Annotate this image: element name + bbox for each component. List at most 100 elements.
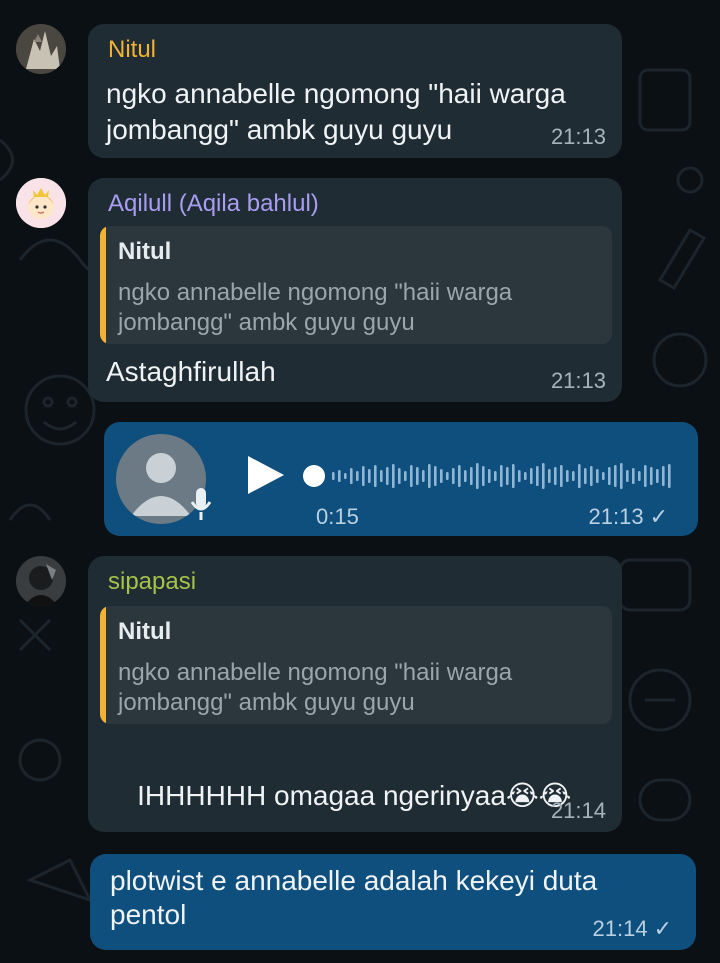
waveform-bar — [440, 469, 443, 483]
avatar-sipapasi-image — [16, 556, 66, 606]
message-time: 21:14 ✓ — [593, 916, 673, 942]
waveform-bar — [554, 467, 557, 485]
waveform-bar — [602, 472, 605, 480]
waveform-bar — [470, 467, 473, 485]
message-text-content: IHHHHHH omagaa ngerinyaa — [137, 780, 506, 811]
sender-name: sipapasi — [108, 568, 197, 595]
waveform-bar — [542, 463, 545, 489]
quote-sender: Nitul — [118, 238, 172, 265]
avatar-aqilull[interactable] — [16, 178, 66, 228]
waveform-bar — [434, 466, 437, 486]
message-bubble[interactable]: Aqilull (Aqila bahlul) Nitul ngko annabe… — [88, 178, 622, 402]
waveform-bar — [338, 470, 341, 482]
single-check-icon: ✓ — [649, 504, 668, 529]
waveform-bar — [530, 468, 533, 484]
message-time: 21:13 — [550, 124, 606, 149]
waveform-bar — [608, 467, 611, 485]
waveform-bar — [428, 464, 431, 488]
waveform-bar — [368, 469, 371, 483]
waveform-bar — [584, 468, 587, 484]
message-time: 21:13 ✓ — [589, 504, 669, 530]
waveform-bar — [398, 468, 401, 484]
avatar-nitul-image — [16, 24, 66, 74]
waveform-bar — [386, 467, 389, 485]
waveform-bar — [332, 472, 335, 480]
reply-quote[interactable]: Nitul ngko annabelle ngomong "haii warga… — [100, 606, 612, 724]
waveform-bar — [500, 465, 503, 487]
waveform-bar — [620, 463, 623, 489]
voice-duration: 0:15 — [316, 504, 359, 529]
waveform-bar — [638, 471, 641, 481]
quote-bar — [100, 606, 106, 724]
waveform-bar — [458, 465, 461, 487]
waveform-bar — [494, 471, 497, 481]
microphone-icon — [188, 486, 214, 522]
waveform-bar — [392, 464, 395, 488]
message-time-text: 21:14 — [592, 916, 648, 941]
waveform-bar — [632, 468, 635, 484]
waveform-bar — [410, 465, 413, 487]
message-text: Astaghfirullah — [106, 356, 276, 387]
avatar-nitul[interactable] — [16, 24, 66, 74]
message-bubble[interactable]: plotwist e annabelle adalah kekeyi duta … — [90, 854, 696, 950]
waveform-bar — [650, 467, 653, 485]
message-text: ngko annabelle ngomong "haii warga jomba… — [106, 78, 566, 145]
waveform-bar — [464, 470, 467, 482]
play-button[interactable] — [244, 452, 288, 498]
message-bubble[interactable]: Nitul ngko annabelle ngomong "haii warga… — [88, 24, 622, 158]
waveform-bar — [668, 464, 671, 488]
waveform-bar — [590, 466, 593, 486]
sender-name: Nitul — [108, 36, 157, 63]
quote-sender: Nitul — [118, 618, 172, 645]
waveform-bar — [446, 472, 449, 480]
waveform-bar — [566, 470, 569, 482]
waveform-bar — [422, 470, 425, 482]
waveform-bar — [572, 471, 575, 481]
play-icon — [248, 456, 284, 494]
waveform-bar — [560, 465, 563, 487]
waveform-bar — [662, 466, 665, 486]
message-time: 21:13 — [550, 368, 606, 393]
waveform-bars — [303, 463, 671, 489]
waveform-bar — [536, 466, 539, 486]
reply-quote[interactable]: Nitul ngko annabelle ngomong "haii warga… — [100, 226, 612, 344]
waveform-bar — [644, 465, 647, 487]
waveform-bar — [404, 471, 407, 481]
waveform-bar — [656, 469, 659, 483]
waveform-bar — [356, 471, 359, 481]
waveform-bar — [524, 472, 527, 480]
quote-text: ngko annabelle ngomong "haii warga jomba… — [118, 659, 513, 716]
waveform-bar — [518, 470, 521, 482]
message-time: 21:14 — [550, 798, 606, 823]
avatar-aqilull-image — [16, 178, 66, 228]
waveform-bar — [416, 467, 419, 485]
quote-bar — [100, 226, 106, 344]
sender-name: Aqilull (Aqila bahlul) — [108, 190, 319, 217]
avatar-sipapasi[interactable] — [16, 556, 66, 606]
waveform-bar — [506, 467, 509, 485]
waveform-bar — [374, 465, 377, 487]
waveform-bar — [488, 469, 491, 483]
voice-message-bubble[interactable]: 0:15 21:13 ✓ — [104, 422, 698, 536]
waveform-bar — [362, 466, 365, 486]
waveform-bar — [578, 464, 581, 488]
message-time-text: 21:13 — [588, 504, 644, 529]
waveform-bar — [614, 465, 617, 487]
single-check-icon: ✓ — [653, 916, 672, 941]
waveform-bar — [476, 463, 479, 489]
waveform-bar — [482, 466, 485, 486]
waveform-bar — [596, 469, 599, 483]
waveform-bar — [548, 469, 551, 483]
message-text: plotwist e annabelle adalah kekeyi duta … — [110, 865, 598, 930]
waveform-bar — [344, 473, 347, 479]
waveform-bar — [350, 468, 353, 484]
waveform-playhead[interactable] — [303, 465, 325, 487]
waveform-bar — [380, 470, 383, 482]
message-bubble[interactable]: sipapasi Nitul ngko annabelle ngomong "h… — [88, 556, 622, 832]
waveform-bar — [452, 468, 455, 484]
message-text: IHHHHHH omagaa ngerinyaa😭😭 — [106, 742, 571, 850]
waveform-bar — [512, 464, 515, 488]
waveform-bar — [626, 470, 629, 482]
quote-text: ngko annabelle ngomong "haii warga jomba… — [118, 279, 513, 336]
voice-waveform[interactable] — [302, 452, 674, 500]
